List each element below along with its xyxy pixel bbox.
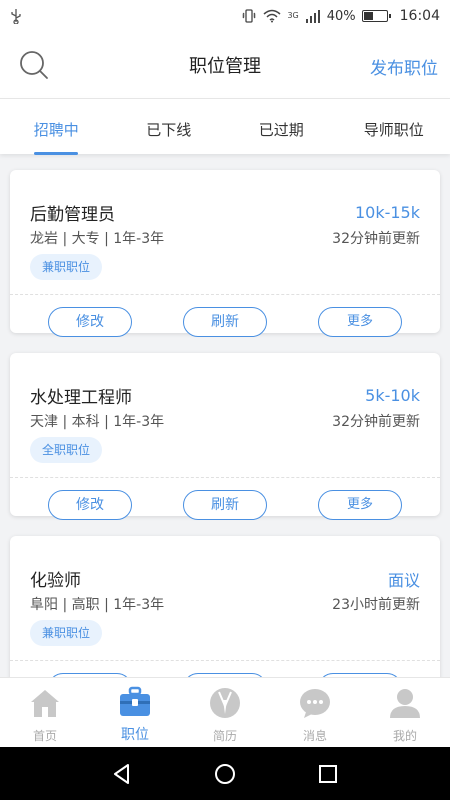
app-header: 职位管理 发布职位: [0, 32, 450, 98]
refresh-button[interactable]: 刷新: [183, 490, 267, 520]
message-icon: [300, 689, 330, 718]
wifi-icon: [263, 9, 281, 23]
job-type-badge: 全职职位: [30, 437, 103, 463]
nav-label: 职位: [121, 727, 149, 743]
card-divider: [10, 660, 440, 661]
battery-icon: [361, 10, 391, 22]
job-updated-time: 32分钟前更新: [332, 414, 420, 430]
tab-recruiting[interactable]: 招聘中: [0, 99, 113, 155]
job-updated-time: 23小时前更新: [332, 597, 420, 613]
card-divider: [10, 294, 440, 295]
job-salary: 10k-15k: [354, 203, 420, 222]
nav-label: 我的: [392, 729, 417, 743]
job-card[interactable]: 化验师 面议 阜阳 | 高职 | 1年-3年 23小时前更新 兼职职位 修改 刷…: [10, 536, 440, 677]
tab-bar: 招聘中 已下线 已过期 导师职位: [0, 98, 450, 155]
job-salary: 5k-10k: [365, 386, 420, 405]
status-bar: 3G 40% 16:04: [0, 0, 450, 32]
recent-apps-icon[interactable]: [316, 762, 340, 786]
tab-mentor-jobs[interactable]: 导师职位: [338, 99, 450, 154]
vibrate-icon: [242, 9, 257, 23]
battery-percent: 40%: [326, 8, 356, 24]
job-info: 阜阳 | 高职 | 1年-3年: [30, 597, 165, 613]
briefcase-icon: [120, 686, 150, 716]
search-icon: [20, 51, 48, 79]
signal-icon: [305, 10, 320, 23]
app-screen: 3G 40% 16:04 职位管理 发布职位 招聘中 已下线 已过期 导师职位: [0, 0, 450, 800]
system-nav-bar: [0, 747, 450, 800]
clock: 16:04: [399, 8, 440, 24]
nav-jobs[interactable]: 职位: [90, 678, 180, 747]
home-icon: [31, 690, 59, 717]
publish-job-button[interactable]: 发布职位: [370, 54, 438, 79]
nav-label: 消息: [302, 729, 327, 743]
job-list[interactable]: 后勤管理员 10k-15k 龙岩 | 大专 | 1年-3年 32分钟前更新 兼职…: [0, 154, 450, 677]
job-info: 天津 | 本科 | 1年-3年: [30, 414, 165, 430]
job-info: 龙岩 | 大专 | 1年-3年: [30, 231, 165, 247]
job-title: 水处理工程师: [30, 388, 132, 408]
job-card[interactable]: 水处理工程师 5k-10k 天津 | 本科 | 1年-3年 32分钟前更新 全职…: [10, 353, 440, 520]
card-divider: [10, 477, 440, 478]
tab-offline[interactable]: 已下线: [113, 99, 226, 154]
home-circle-icon[interactable]: [213, 762, 237, 786]
search-button[interactable]: [18, 49, 50, 81]
tab-expired[interactable]: 已过期: [225, 99, 338, 154]
battery-fill: [363, 12, 374, 20]
resume-icon: [210, 688, 240, 718]
job-title: 后勤管理员: [30, 205, 115, 225]
network-type: 3G: [287, 11, 299, 20]
more-button[interactable]: 更多: [318, 307, 402, 337]
nav-home[interactable]: 首页: [0, 678, 90, 747]
job-type-badge: 兼职职位: [30, 254, 103, 280]
job-salary: 面议: [387, 570, 420, 590]
profile-icon: [390, 689, 420, 718]
nav-messages[interactable]: 消息: [270, 678, 360, 747]
refresh-button[interactable]: 刷新: [183, 307, 267, 337]
page-title: 职位管理: [189, 56, 261, 77]
job-title: 化验师: [30, 571, 81, 591]
nav-profile[interactable]: 我的: [360, 678, 450, 747]
edit-button[interactable]: 修改: [48, 490, 132, 520]
back-icon[interactable]: [110, 762, 134, 786]
job-type-badge: 兼职职位: [30, 620, 103, 646]
nav-resume[interactable]: 简历: [180, 678, 270, 747]
nav-label: 简历: [212, 729, 237, 743]
edit-button[interactable]: 修改: [48, 307, 132, 337]
usb-icon: [11, 9, 21, 24]
nav-label: 首页: [32, 729, 57, 743]
job-updated-time: 32分钟前更新: [332, 231, 420, 247]
job-card[interactable]: 后勤管理员 10k-15k 龙岩 | 大专 | 1年-3年 32分钟前更新 兼职…: [10, 170, 440, 337]
bottom-nav: 首页 职位 简历 消息 我的: [0, 677, 450, 747]
more-button[interactable]: 更多: [318, 490, 402, 520]
